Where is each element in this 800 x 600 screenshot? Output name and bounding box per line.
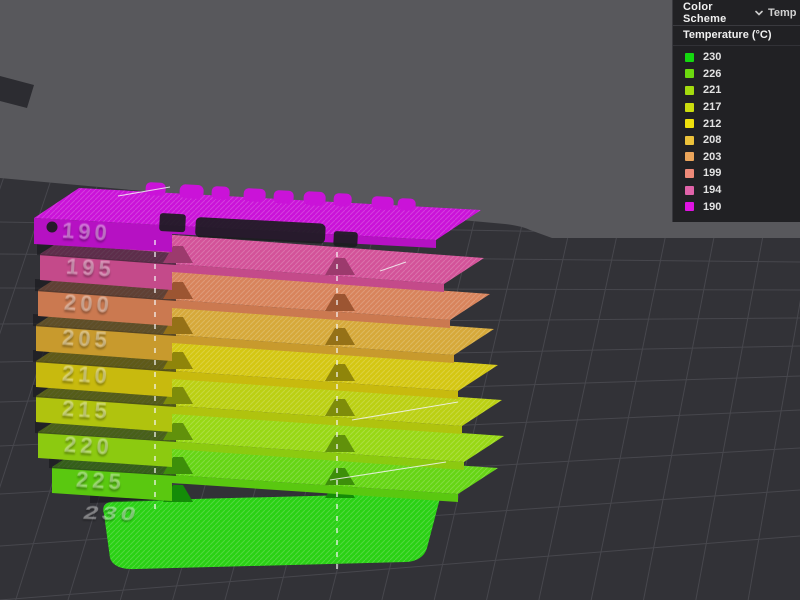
legend-item: 230 — [673, 49, 800, 66]
legend-item: 208 — [673, 132, 800, 149]
legend-value: 221 — [703, 84, 722, 97]
tower-floor-base[interactable] — [103, 492, 440, 570]
hole-round — [46, 221, 58, 233]
panel-title: Color Scheme — [683, 0, 727, 25]
legend-item: 190 — [673, 198, 800, 215]
legend-value: 194 — [703, 184, 722, 197]
legend-swatch — [685, 168, 694, 178]
dropdown-value: Temp — [768, 6, 797, 19]
legend-item: 217 — [673, 99, 800, 116]
slicer-preview-window: 190 195 200 205 210 215 220 225 230 Colo… — [0, 0, 800, 600]
color-scheme-panel: Color Scheme Temp Temperature (°C) 230 2… — [672, 0, 800, 222]
hole-square — [333, 231, 358, 248]
legend-value: 190 — [703, 200, 722, 213]
legend-item: 199 — [673, 165, 800, 182]
temperature-legend: 230 226 221 217 212 208 203 199 194 190 — [673, 46, 800, 215]
legend-item: 226 — [673, 66, 800, 83]
legend-swatch — [685, 135, 694, 145]
legend-value: 212 — [703, 117, 722, 130]
legend-subtitle: Temperature (°C) — [673, 26, 800, 46]
legend-item: 212 — [673, 115, 800, 132]
legend-value: 203 — [703, 150, 722, 163]
legend-swatch — [685, 85, 694, 95]
legend-swatch — [685, 69, 694, 79]
legend-value: 230 — [703, 51, 722, 64]
legend-swatch — [685, 102, 694, 112]
legend-item: 203 — [673, 149, 800, 166]
legend-swatch — [685, 152, 694, 162]
legend-value: 217 — [703, 101, 722, 114]
legend-swatch — [685, 52, 694, 62]
color-scheme-dropdown[interactable]: Temp — [754, 7, 800, 19]
hole-square — [159, 213, 186, 233]
legend-swatch — [685, 119, 694, 129]
legend-item: 221 — [673, 82, 800, 99]
legend-value: 226 — [703, 67, 722, 80]
legend-value: 199 — [703, 167, 722, 180]
legend-swatch — [685, 202, 694, 212]
legend-value: 208 — [703, 134, 722, 147]
legend-item: 194 — [673, 182, 800, 199]
chevron-down-icon — [755, 10, 763, 16]
color-scheme-header: Color Scheme Temp — [673, 0, 800, 26]
legend-swatch — [685, 185, 694, 195]
